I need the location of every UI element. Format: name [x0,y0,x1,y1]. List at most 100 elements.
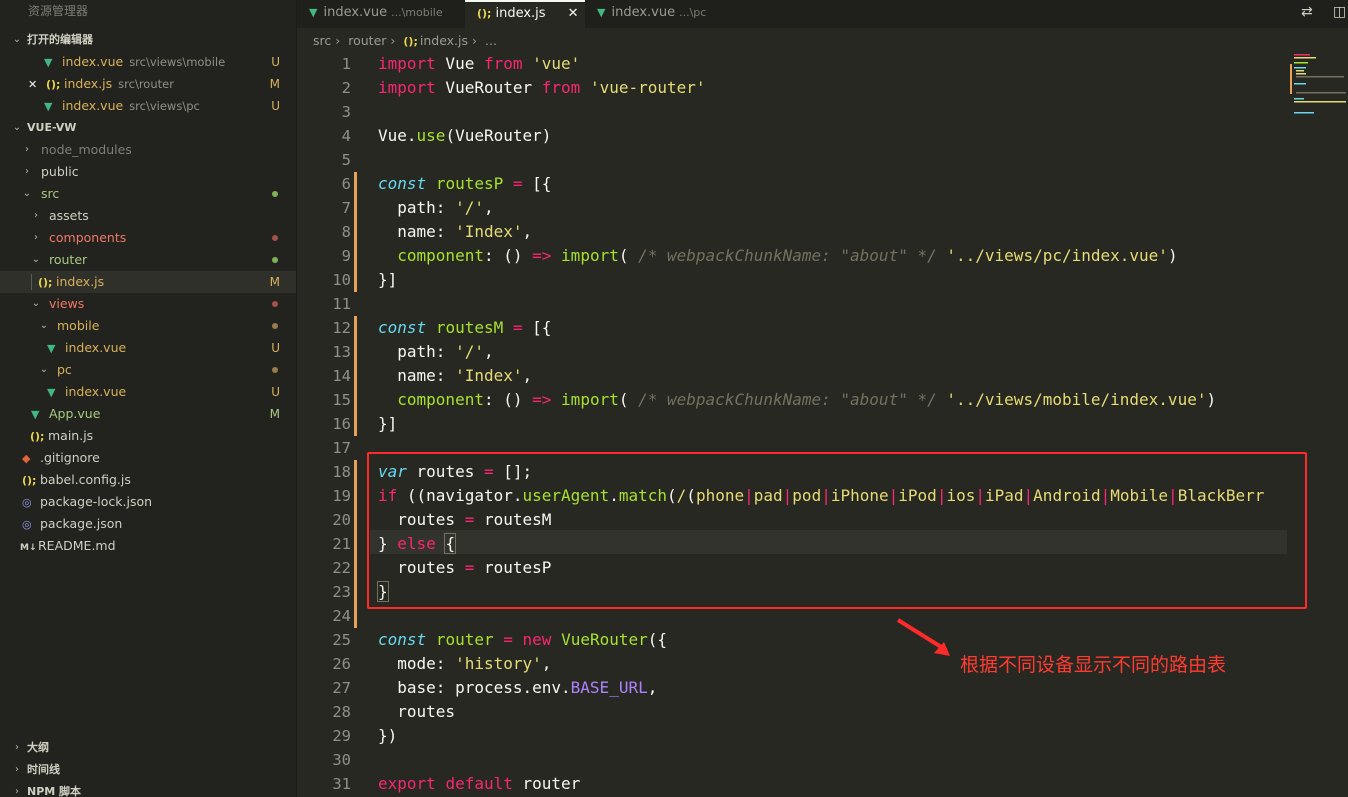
minimap[interactable] [1288,52,1348,122]
folder-name: components [49,230,127,245]
open-editors-section[interactable]: ⌄ 打开的编辑器 [0,29,296,51]
tree-file-app-vue[interactable]: ▼ App.vue M [0,403,296,425]
line-number: 6 [341,175,351,193]
breadcrumb: src › router › (); index.js › ... [297,30,1348,52]
compare-changes-icon[interactable]: ⇄ [1301,4,1313,20]
js-file-icon: (); [46,78,61,91]
editor-tab-bar: ▼ index.vue ...\mobile (); index.js ✕ ▼ index… [297,0,1348,28]
tree-file-babel-config[interactable]: (); babel.config.js [0,469,296,491]
chevron-right-icon: › [34,210,38,221]
open-editor-item-active[interactable]: ✕ (); index.js src\router M [0,73,296,95]
chevron-down-icon: ⌄ [12,34,22,45]
tree-folder-components[interactable]: › components [0,227,296,249]
tree-folder-views[interactable]: ⌄ views [0,293,296,315]
folder-name: views [49,296,85,311]
minimap-line [1296,76,1344,78]
file-name: index.js [64,76,113,91]
tree-file-mobile-index-vue[interactable]: ▼ index.vue U [0,337,296,359]
outline-section[interactable]: › 大纲 [0,737,296,759]
tree-folder-assets[interactable]: › assets [0,205,296,227]
git-status-dot [272,257,278,263]
folder-name: src [41,186,60,201]
line-number: 3 [341,103,351,121]
tree-file-index-js[interactable]: (); index.js M [0,271,296,293]
line-number: 1 [341,55,351,73]
vue-file-icon: ▼ [31,408,40,421]
split-editor-icon[interactable]: ◫ [1333,4,1346,20]
breadcrumb-item[interactable]: ... [485,33,497,48]
tree-file-package-json[interactable]: ◎ package.json [0,513,296,535]
explorer-sidebar: 资源管理器 ⌄ 打开的编辑器 ▼ index.vue src\views\mobil… [0,0,297,797]
tree-folder-src[interactable]: ⌄ src [0,183,296,205]
minimap-line [1294,112,1314,114]
vscode-window: 资源管理器 ⌄ 打开的编辑器 ▼ index.vue src\views\mobil… [0,0,1348,797]
code-line: name: 'Index', [378,366,533,385]
folder-name: node_modules [41,142,132,157]
tab-pc-index-vue[interactable]: ▼ index.vue ...\pc [585,0,715,28]
tree-file-main-js[interactable]: (); main.js [0,425,296,447]
breadcrumb-item[interactable]: router [348,33,386,48]
chevron-down-icon: ⌄ [31,254,41,265]
tree-folder-mobile[interactable]: ⌄ mobile [0,315,296,337]
line-number: 28 [332,703,351,721]
tree-folder-node-modules[interactable]: › node_modules [0,139,296,161]
git-gutter-modified [354,316,357,436]
breadcrumb-item[interactable]: index.js [420,33,468,48]
tree-folder-pc[interactable]: ⌄ pc [0,359,296,381]
minimap-marker [1290,64,1292,94]
minimap-line [1296,70,1304,72]
line-number: 10 [332,271,351,289]
vue-file-icon: ▼ [597,6,606,19]
line-number: 8 [341,223,351,241]
git-status-badge: M [269,275,280,289]
code-line: Vue.use(VueRouter) [378,126,552,145]
tree-file-pc-index-vue[interactable]: ▼ index.vue U [0,381,296,403]
timeline-section[interactable]: › 时间线 [0,759,296,781]
tree-folder-router[interactable]: ⌄ router [0,249,296,271]
code-line: }] [378,270,398,289]
git-status-badge: U [271,99,280,113]
tab-label: index.vue [611,5,676,20]
chevron-right-icon: › [25,166,29,177]
chevron-right-icon: › [15,764,19,775]
line-number: 26 [332,655,351,673]
minimap-line [1294,62,1308,64]
line-number: 12 [332,319,351,337]
tree-file-readme[interactable]: M↓ README.md [0,535,296,557]
line-number: 11 [332,295,351,313]
minimap-line [1296,73,1306,75]
open-editors-label: 打开的编辑器 [27,33,93,46]
tree-folder-public[interactable]: › public [0,161,296,183]
code-line: const routesM = [{ [378,318,552,337]
npm-scripts-section[interactable]: › NPM 脚本 [0,781,296,797]
open-editor-item[interactable]: ▼ index.vue src\views\pc U [0,95,296,117]
close-icon[interactable]: ✕ [568,6,579,21]
tab-label: index.vue [323,5,388,20]
file-path: src\router [118,77,174,91]
breadcrumb-item[interactable]: src [313,33,331,48]
tree-file-package-lock[interactable]: ◎ package-lock.json [0,491,296,513]
line-number: 21 [332,535,351,553]
open-editor-item[interactable]: ▼ index.vue src\views\mobile U [0,51,296,73]
vue-file-icon: ▼ [47,386,56,399]
tab-router-index-js[interactable]: (); index.js ✕ [465,0,585,28]
code-line: }) [378,726,398,745]
code-line: routes [378,702,456,721]
npm-icon: ◎ [22,518,32,531]
tree-file-gitignore[interactable]: ◆ .gitignore [0,447,296,469]
file-name: index.vue [65,384,127,399]
git-status-dot [272,323,278,329]
js-file-icon: (); [403,35,418,48]
project-section[interactable]: ⌄ VUE-VW [0,117,296,139]
minimap-line [1294,101,1346,103]
tab-label: index.js [495,6,546,21]
code-line: }] [378,414,398,433]
chevron-down-icon: ⌄ [39,320,49,331]
chevron-right-icon: › [15,742,19,753]
code-line: const router = new VueRouter({ [378,630,668,649]
file-name: index.vue [62,98,124,113]
close-icon[interactable]: ✕ [28,74,42,96]
code-editor[interactable]: 1 2 3 4 5 6 7 8 9 10 11 12 13 14 15 16 1… [297,52,1348,797]
tab-mobile-index-vue[interactable]: ▼ index.vue ...\mobile [297,0,465,28]
git-gutter-modified [354,172,357,292]
